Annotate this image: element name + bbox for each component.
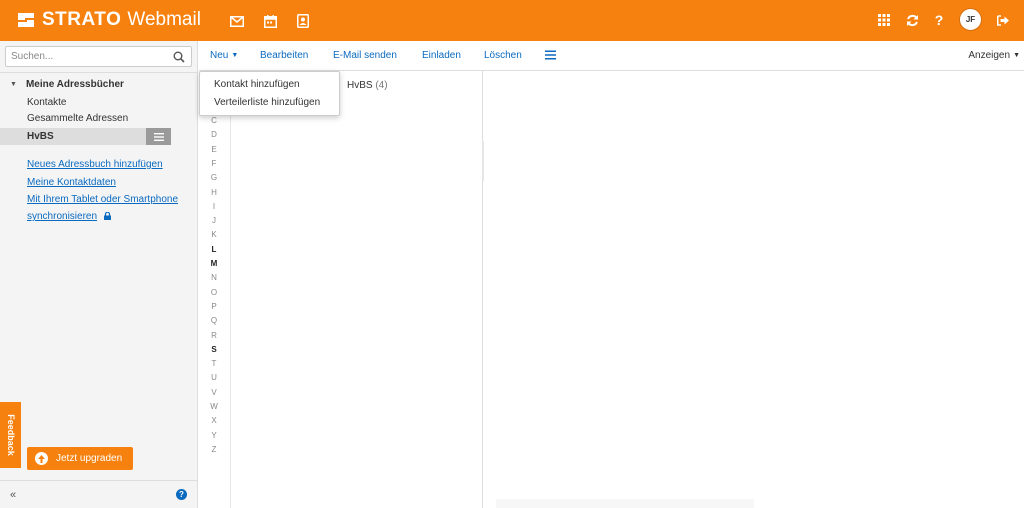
new-dropdown-menu: Kontakt hinzufügen Verteilerliste hinzuf… — [199, 71, 340, 116]
search-icon[interactable] — [173, 51, 185, 63]
apps-grid-icon[interactable] — [874, 10, 894, 30]
sync-link-text[interactable]: synchronisieren — [27, 211, 97, 222]
alphabet-letter-q[interactable]: Q — [199, 316, 229, 325]
detail-footer — [496, 499, 754, 508]
alphabet-letter-j[interactable]: J — [199, 216, 229, 225]
strato-logo[interactable]: STRATO Webmail — [16, 8, 201, 32]
sidebar-footer-divider — [0, 480, 198, 481]
address-books-title: Meine Adressbücher — [25, 79, 124, 90]
lock-icon — [103, 212, 111, 220]
list-title-name: HvBS — [347, 80, 373, 91]
calendar-icon[interactable] — [260, 11, 280, 31]
feedback-tab[interactable]: Feedback — [0, 402, 21, 468]
my-contact-data-link[interactable]: Meine Kontaktdaten — [27, 177, 116, 188]
alphabet-letter-k[interactable]: K — [199, 230, 229, 239]
add-address-book-link[interactable]: Neues Adressbuch hinzufügen — [27, 159, 163, 170]
sidebar-item-hvbs[interactable]: HvBS — [0, 128, 171, 145]
send-email-button[interactable]: E-Mail senden — [333, 50, 397, 61]
brand-name: STRATO — [42, 9, 122, 30]
contact-detail-panel — [484, 71, 1024, 508]
alphabet-letter-n[interactable]: N — [199, 273, 229, 282]
caret-down-icon: ▼ — [1013, 52, 1020, 59]
collapse-sidebar-icon[interactable]: « — [10, 489, 16, 501]
alphabet-letter-t[interactable]: T — [199, 359, 229, 368]
arrow-up-icon — [35, 452, 48, 465]
sidebar-item-label: HvBS — [27, 131, 54, 142]
alphabet-letter-c[interactable]: C — [199, 116, 229, 125]
sidebar-item-kontakte[interactable]: Kontakte — [27, 97, 66, 108]
upgrade-button[interactable]: Jetzt upgraden — [27, 447, 133, 470]
alphabet-letter-p[interactable]: P — [199, 302, 229, 311]
alphabet-letter-u[interactable]: U — [199, 373, 229, 382]
menu-item-add-contact[interactable]: Kontakt hinzufügen — [214, 79, 300, 90]
invite-button[interactable]: Einladen — [422, 50, 461, 61]
sidebar-divider — [0, 72, 198, 73]
address-book-icon[interactable] — [293, 11, 313, 31]
feedback-label: Feedback — [5, 414, 16, 456]
hamburger-icon — [153, 132, 164, 141]
alphabet-letter-o[interactable]: O — [199, 288, 229, 297]
user-avatar[interactable]: JF — [959, 8, 982, 31]
upgrade-label: Jetzt upgraden — [56, 453, 123, 464]
brand-product: Webmail — [127, 9, 201, 30]
alphabet-letter-g[interactable]: G — [199, 173, 229, 182]
alphabet-letter-d[interactable]: D — [199, 130, 229, 139]
new-button-label: Neu — [210, 50, 229, 61]
address-books-header[interactable]: ▼ Meine Adressbücher — [10, 79, 124, 90]
top-bar: STRATO Webmail ? JF — [0, 0, 1024, 41]
view-button[interactable]: Anzeigen ▼ — [968, 50, 1020, 61]
alphabet-letter-f[interactable]: F — [199, 159, 229, 168]
new-button[interactable]: Neu ▼ — [210, 50, 238, 61]
strato-logo-icon — [16, 10, 36, 30]
alphabet-letter-y[interactable]: Y — [199, 431, 229, 440]
alphabet-letter-z[interactable]: Z — [199, 445, 229, 454]
alphabet-letter-h[interactable]: H — [199, 188, 229, 197]
sync-devices-link-line2[interactable]: synchronisieren — [27, 211, 111, 222]
delete-button[interactable]: Löschen — [484, 50, 522, 61]
more-actions-icon[interactable] — [545, 50, 556, 60]
search-input[interactable] — [6, 47, 166, 66]
alphabet-letter-m[interactable]: M — [199, 259, 229, 268]
sync-devices-link[interactable]: Mit Ihrem Tablet oder Smartphone — [27, 194, 178, 205]
alphabet-letter-r[interactable]: R — [199, 331, 229, 340]
chevron-down-icon[interactable]: ▼ — [10, 81, 17, 88]
alphabet-letter-w[interactable]: W — [199, 402, 229, 411]
list-count: (4) — [375, 80, 388, 91]
alphabet-letter-l[interactable]: L — [199, 245, 229, 254]
mail-icon[interactable] — [227, 11, 247, 31]
logout-icon[interactable] — [993, 10, 1013, 30]
alphabet-letter-i[interactable]: I — [199, 202, 229, 211]
alphabet-index: CDEFGHIJKLMNOPQRSTUVWXYZ — [199, 71, 231, 508]
contact-list-panel: HvBS (4) — [232, 71, 484, 508]
alphabet-letter-e[interactable]: E — [199, 145, 229, 154]
toolbar: Neu ▼ Bearbeiten E-Mail senden Einladen L… — [199, 41, 1024, 71]
list-title: HvBS (4) — [347, 80, 388, 91]
search-box — [5, 46, 192, 67]
sidebar-help-icon[interactable]: ? — [176, 489, 187, 500]
sidebar: ▼ Meine Adressbücher Kontakte Gesammelte… — [0, 41, 198, 508]
sidebar-item-gesammelte-adressen[interactable]: Gesammelte Adressen — [27, 113, 128, 124]
menu-item-add-distribution-list[interactable]: Verteilerliste hinzufügen — [214, 97, 320, 108]
caret-down-icon: ▼ — [231, 52, 239, 59]
help-icon[interactable]: ? — [929, 10, 949, 30]
address-book-menu-button[interactable] — [146, 128, 171, 145]
alphabet-letter-x[interactable]: X — [199, 416, 229, 425]
edit-button[interactable]: Bearbeiten — [260, 50, 308, 61]
alphabet-letter-s[interactable]: S — [199, 345, 229, 354]
alphabet-letter-v[interactable]: V — [199, 388, 229, 397]
refresh-icon[interactable] — [902, 10, 922, 30]
view-button-label: Anzeigen — [968, 50, 1011, 61]
